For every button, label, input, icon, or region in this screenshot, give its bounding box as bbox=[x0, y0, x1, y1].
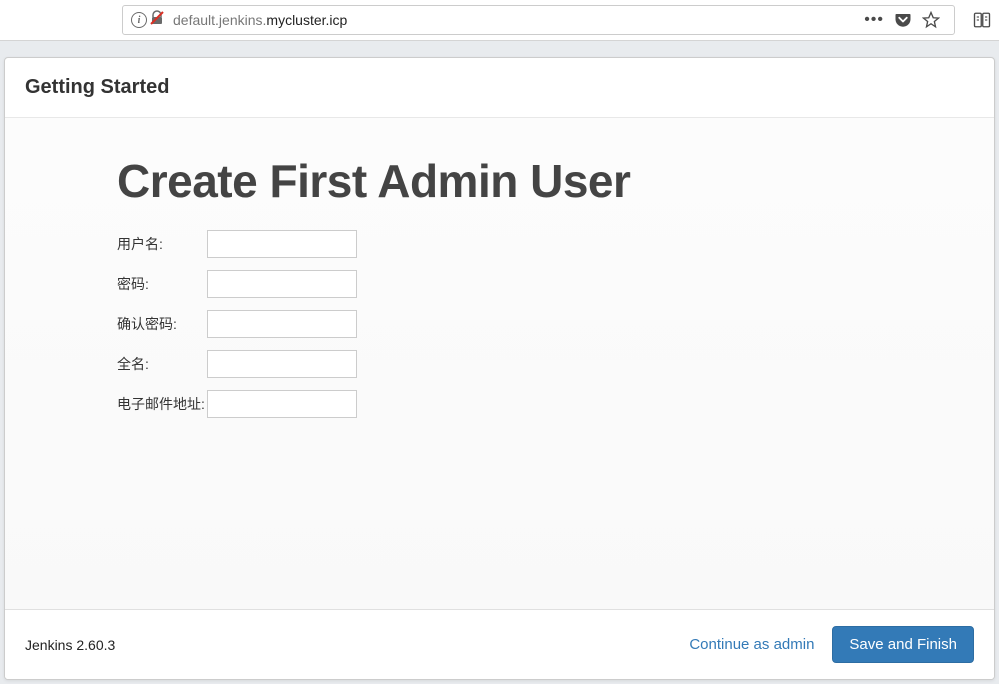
url-text: default.jenkins.mycluster.icp bbox=[173, 12, 347, 28]
jenkins-version: Jenkins 2.60.3 bbox=[25, 637, 115, 653]
main-heading: Create First Admin User bbox=[117, 154, 994, 208]
form-row-username: 用户名: bbox=[117, 230, 994, 258]
url-security-icons: i bbox=[131, 10, 165, 31]
pocket-icon[interactable] bbox=[894, 11, 912, 29]
insecure-connection-icon bbox=[149, 10, 165, 31]
footer-actions: Continue as admin Save and Finish bbox=[689, 626, 974, 663]
email-label: 电子邮件地址: bbox=[117, 394, 205, 414]
bookmark-star-icon[interactable] bbox=[922, 11, 940, 29]
url-bar-right-icons: ••• bbox=[858, 11, 946, 29]
form-row-email: 电子邮件地址: bbox=[117, 390, 994, 418]
page-title: Getting Started bbox=[25, 76, 974, 99]
email-input[interactable] bbox=[207, 390, 357, 418]
username-input[interactable] bbox=[207, 230, 357, 258]
url-bar[interactable]: i default.jenkins.mycluster.icp ••• bbox=[122, 5, 955, 35]
jenkins-setup-panel: Getting Started Create First Admin User … bbox=[4, 57, 995, 680]
info-icon[interactable]: i bbox=[131, 12, 147, 28]
password-input[interactable] bbox=[207, 270, 357, 298]
panel-header: Getting Started bbox=[5, 58, 994, 118]
panel-body: Create First Admin User 用户名: 密码: 确认密码: 全… bbox=[5, 118, 994, 609]
form-row-fullname: 全名: bbox=[117, 350, 994, 378]
panel-footer: Jenkins 2.60.3 Continue as admin Save an… bbox=[5, 609, 994, 679]
browser-address-bar: i default.jenkins.mycluster.icp ••• bbox=[0, 0, 999, 41]
form-row-confirm-password: 确认密码: bbox=[117, 310, 994, 338]
page-content-area: Getting Started Create First Admin User … bbox=[0, 41, 999, 684]
save-and-finish-button[interactable]: Save and Finish bbox=[832, 626, 974, 663]
continue-as-admin-link[interactable]: Continue as admin bbox=[689, 636, 814, 653]
confirm-password-input[interactable] bbox=[207, 310, 357, 338]
form-row-password: 密码: bbox=[117, 270, 994, 298]
password-label: 密码: bbox=[117, 274, 205, 294]
url-grey-part: default.jenkins. bbox=[173, 12, 266, 28]
url-dark-part: mycluster.icp bbox=[266, 12, 347, 28]
username-label: 用户名: bbox=[117, 234, 205, 254]
page-actions-icon[interactable]: ••• bbox=[864, 11, 884, 29]
fullname-label: 全名: bbox=[117, 354, 205, 374]
reader-view-icon[interactable] bbox=[973, 11, 991, 29]
confirm-password-label: 确认密码: bbox=[117, 314, 205, 334]
fullname-input[interactable] bbox=[207, 350, 357, 378]
